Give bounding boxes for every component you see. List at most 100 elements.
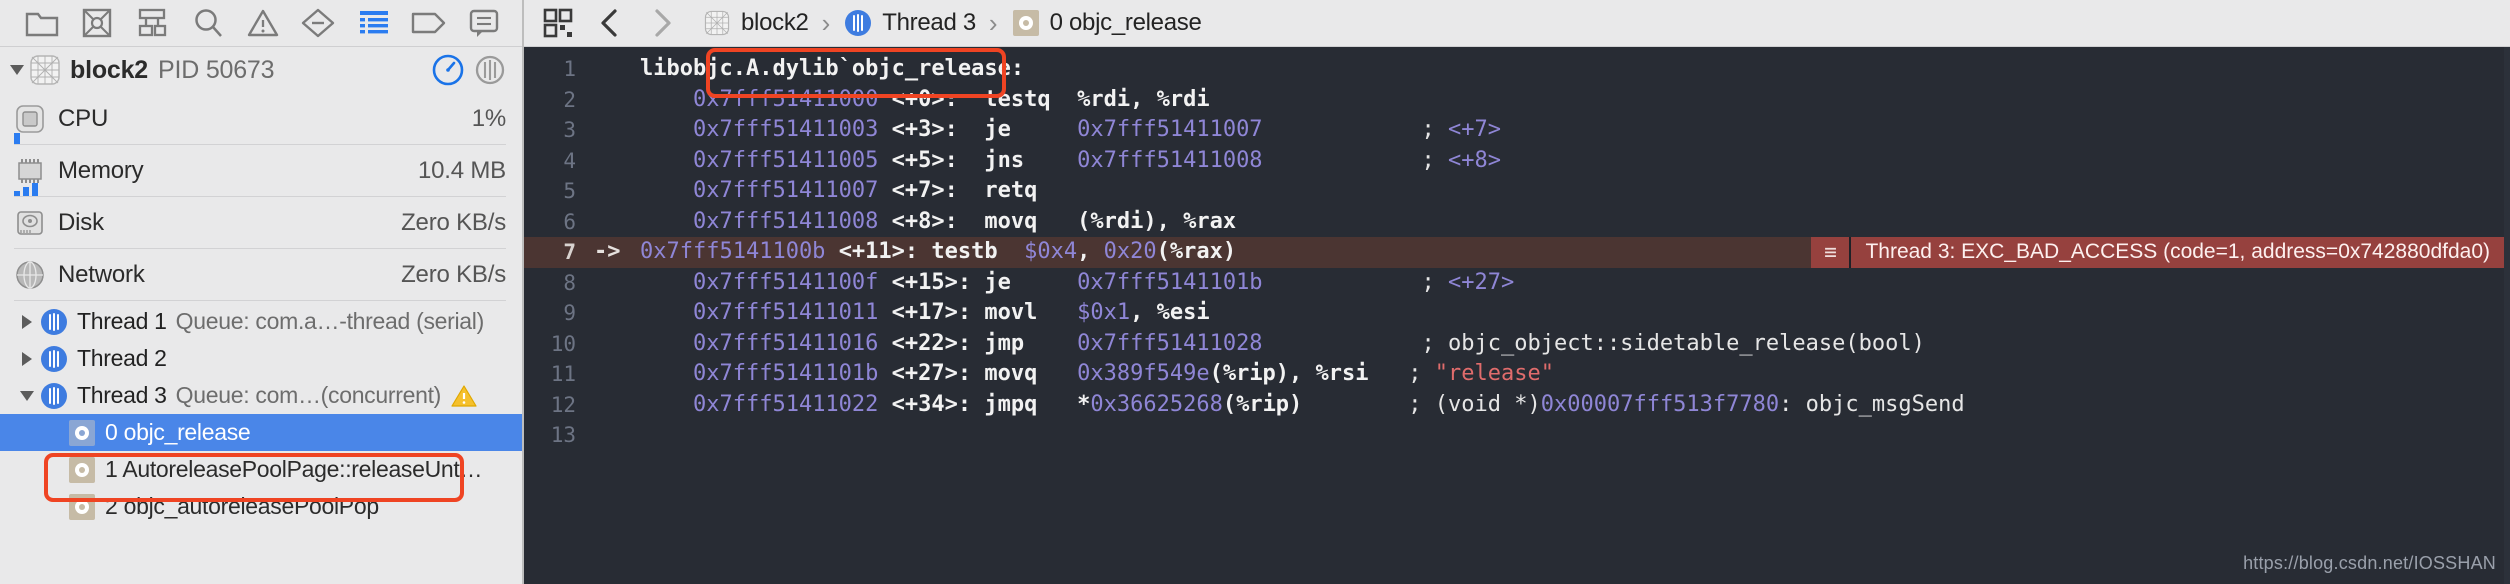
breadcrumb-label: Thread 3	[882, 9, 976, 36]
thread-2-disclosure-triangle[interactable]	[14, 351, 40, 366]
source-editor-panel: block2 › Thread 3 › 0 objc_release 1 libo…	[524, 0, 2510, 584]
code-text: 0x7fff51411011 <+17>: movl $0x1, %esi	[692, 300, 1210, 325]
gauge-row-network[interactable]: Network Zero KB/s	[0, 249, 522, 301]
code-line[interactable]: 8 0x7fff5141100f <+15>: je 0x7fff5141101…	[524, 268, 2510, 299]
thread-row-1[interactable]: Thread 1 Queue: com.a…-thread (serial)	[0, 303, 522, 340]
code-text: 0x7fff51411003 <+3>: je 0x7fff51411007 ;…	[692, 117, 1501, 142]
line-number: 3	[563, 118, 576, 142]
code-line[interactable]: 5 0x7fff51411007 <+7>: retq	[524, 176, 2510, 207]
watermark-text: https://blog.csdn.net/IOSSHAN	[2243, 553, 2496, 573]
debug-list-icon[interactable]	[346, 0, 401, 47]
tag-icon[interactable]	[401, 0, 456, 47]
project-icon	[702, 8, 732, 38]
line-number: 2	[563, 87, 576, 112]
code-text: 0x7fff51411022 <+34>: jmpq *0x36625268(%…	[692, 391, 1965, 417]
code-line[interactable]: 13	[524, 420, 2510, 451]
line-number: 6	[563, 209, 576, 234]
thread-name: Thread 1	[77, 308, 167, 334]
thread-row-3[interactable]: Thread 3 Queue: com…(concurrent)	[0, 377, 522, 414]
stack-frame-row-2[interactable]: 2 objc_autoreleasePoolPop	[0, 488, 522, 525]
process-header-row[interactable]: block2 PID 50673	[0, 47, 522, 93]
gauge-label-network: Network	[58, 261, 145, 288]
related-items-icon[interactable]	[532, 0, 584, 47]
gear-frame-icon	[68, 419, 96, 447]
line-number: 4	[563, 148, 576, 173]
network-sparkline	[14, 286, 506, 301]
line-number: 11	[550, 362, 576, 386]
jump-bar: block2 › Thread 3 › 0 objc_release	[524, 0, 2510, 47]
code-line[interactable]: 2 0x7fff51411000 <+0>: testq %rdi, %rdi	[524, 85, 2510, 116]
gauge-label-disk: Disk	[58, 209, 104, 236]
thread-cylinder-icon	[40, 308, 68, 336]
breadcrumb-item-frame[interactable]: 0 objc_release	[1011, 0, 1202, 47]
exception-banner[interactable]: ≡ Thread 3: EXC_BAD_ACCESS (code=1, addre…	[1811, 237, 2510, 268]
gauge-label-cpu: CPU	[58, 105, 109, 132]
code-line[interactable]: 10 0x7fff51411016 <+22>: jmp 0x7fff51411…	[524, 329, 2510, 360]
crossed-box-icon[interactable]	[69, 0, 124, 47]
code-text: 0x7fff51411005 <+5>: jns 0x7fff51411008 …	[692, 147, 1501, 173]
folder-icon[interactable]	[14, 0, 69, 47]
code-line[interactable]: 11 0x7fff5141101b <+27>: movq 0x389f549e…	[524, 359, 2510, 390]
code-line[interactable]: 3 0x7fff51411003 <+3>: je 0x7fff51411007…	[524, 115, 2510, 146]
line-number: 5	[563, 179, 576, 203]
report-bubble-icon[interactable]	[457, 0, 512, 47]
gauge-value-network: Zero KB/s	[401, 261, 506, 288]
code-line[interactable]: 9 0x7fff51411011 <+17>: movl $0x1, %esi	[524, 298, 2510, 329]
stack-frame-label: 2 objc_autoreleasePoolPop	[105, 493, 379, 519]
breadcrumb-item-project[interactable]: block2	[702, 0, 809, 47]
code-line[interactable]: 1 libobjc.A.dylib`objc_release:	[524, 54, 2510, 85]
code-text: 0x7fff5141100f <+15>: je 0x7fff5141101b …	[692, 269, 1515, 295]
diamond-minus-icon[interactable]	[291, 0, 346, 47]
stack-frame-row-0[interactable]: 0 objc_release	[0, 414, 522, 451]
gauge-value-cpu: 1%	[471, 105, 506, 132]
debug-navigator-panel: block2 PID 50673 CPU 1% Memory 10.4 MB D…	[0, 0, 524, 584]
gauge-dial-icon[interactable]	[430, 52, 466, 88]
current-instruction-arrow: ->	[594, 239, 621, 264]
code-text: 0x7fff5141101b <+27>: movq 0x389f549e(%r…	[692, 361, 1554, 386]
editor-scrollbar[interactable]	[2504, 47, 2510, 584]
chevron-left-icon[interactable]	[584, 0, 636, 47]
memory-sparkline	[14, 182, 506, 197]
code-line[interactable]: 7 -> 0x7fff5141100b <+11>: testb $0x4, 0x2…	[524, 237, 2510, 268]
code-line[interactable]: 4 0x7fff51411005 <+5>: jns 0x7fff5141100…	[524, 146, 2510, 177]
gauge-row-disk[interactable]: Disk Zero KB/s	[0, 197, 522, 249]
breadcrumb-separator: ›	[821, 7, 831, 38]
thread-cylinder-icon[interactable]	[472, 52, 508, 88]
navigator-toolbar	[0, 0, 522, 47]
code-text: 0x7fff51411000 <+0>: testq %rdi, %rdi	[692, 86, 1210, 112]
chevron-right-icon[interactable]	[636, 0, 688, 47]
exception-grip-icon[interactable]: ≡	[1811, 237, 1852, 268]
gear-frame-icon	[68, 493, 96, 521]
code-line[interactable]: 6 0x7fff51411008 <+8>: movq (%rdi), %rax	[524, 207, 2510, 238]
thread-name: Thread 3	[77, 382, 167, 408]
gauge-row-memory[interactable]: Memory 10.4 MB	[0, 145, 522, 197]
code-text: libobjc.A.dylib`objc_release:	[640, 56, 1025, 81]
warning-triangle-icon[interactable]	[235, 0, 290, 47]
thread-3-disclosure-triangle[interactable]	[14, 390, 40, 401]
project-icon	[28, 53, 62, 87]
thread-row-2[interactable]: Thread 2	[0, 340, 522, 377]
thread-cylinder-icon	[843, 8, 873, 38]
stack-frame-label: 1 AutoreleasePoolPage::releaseUnt…	[105, 456, 483, 482]
process-pid: PID 50673	[158, 55, 275, 84]
code-line[interactable]: 12 0x7fff51411022 <+34>: jmpq *0x3662526…	[524, 390, 2510, 421]
thread-cylinder-icon	[40, 382, 68, 410]
thread-1-disclosure-triangle[interactable]	[14, 314, 40, 329]
stack-frame-label: 0 objc_release	[105, 419, 251, 445]
search-icon[interactable]	[180, 0, 235, 47]
gauge-row-cpu[interactable]: CPU 1%	[0, 93, 522, 145]
gear-frame-icon	[1011, 8, 1041, 38]
cpu-sparkline	[14, 130, 506, 145]
line-number: 13	[550, 423, 576, 447]
hierarchy-icon[interactable]	[125, 0, 180, 47]
breadcrumb-label: block2	[741, 9, 809, 36]
code-text: 0x7fff51411008 <+8>: movq (%rdi), %rax	[692, 208, 1237, 234]
stack-frame-row-1[interactable]: 1 AutoreleasePoolPage::releaseUnt…	[0, 451, 522, 488]
thread-cylinder-icon	[40, 345, 68, 373]
disk-sparkline	[14, 234, 506, 249]
disassembly-code-area[interactable]: 1 libobjc.A.dylib`objc_release: 2 0x7fff51…	[524, 47, 2510, 584]
breadcrumb-item-thread[interactable]: Thread 3	[843, 0, 976, 47]
process-disclosure-triangle[interactable]	[6, 65, 28, 75]
code-text: 0x7fff51411016 <+22>: jmp 0x7fff51411028…	[692, 330, 1925, 356]
line-number: 1	[563, 57, 576, 81]
